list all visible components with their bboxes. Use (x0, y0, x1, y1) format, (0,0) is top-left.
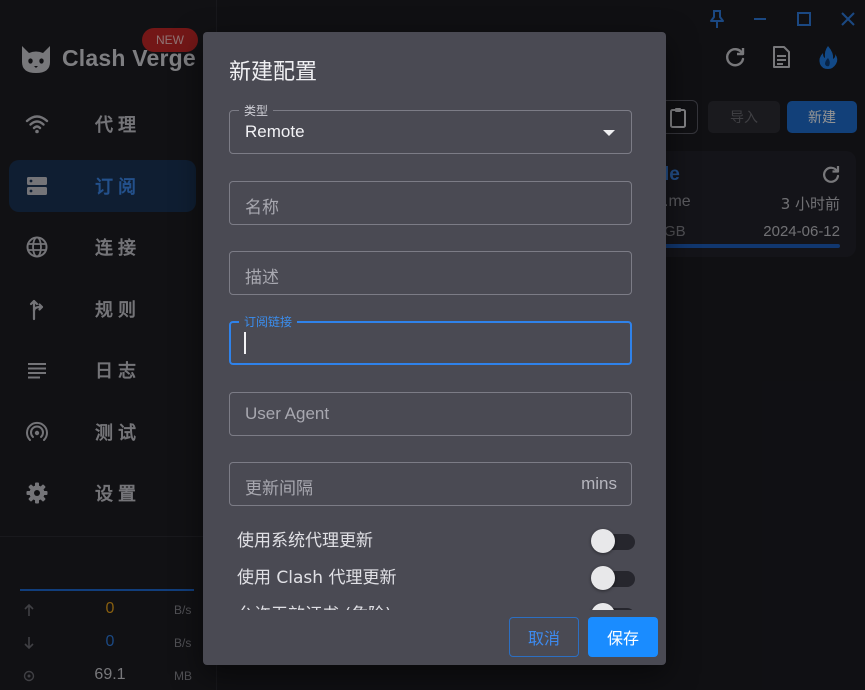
system-proxy-update-switch[interactable] (591, 528, 637, 554)
type-select[interactable]: 类型 Remote (229, 102, 632, 154)
update-interval-field[interactable]: 更新间隔 mins (229, 462, 632, 506)
invalid-cert-switch[interactable] (591, 602, 637, 610)
update-interval-placeholder: 更新间隔 (245, 479, 313, 499)
dropdown-arrow-icon (603, 130, 615, 136)
system-proxy-update-row: 使用系统代理更新 (237, 522, 637, 554)
description-field[interactable]: 描述 (229, 251, 632, 295)
save-button[interactable]: 保存 (588, 617, 658, 657)
name-field[interactable]: 名称 (229, 181, 632, 225)
user-agent-field[interactable]: User Agent (229, 392, 632, 436)
name-placeholder: 名称 (245, 198, 279, 218)
clash-proxy-update-switch[interactable] (591, 565, 637, 591)
type-legend: 类型 (239, 102, 274, 119)
subscription-url-field[interactable]: 订阅链接 (229, 313, 632, 365)
system-proxy-update-label: 使用系统代理更新 (237, 531, 373, 551)
update-interval-unit: mins (581, 474, 617, 493)
description-placeholder: 描述 (245, 268, 279, 288)
new-profile-dialog: 新建配置 类型 Remote 名称 描述 订阅链接 User Agent 更新间… (203, 32, 666, 665)
clash-proxy-update-label: 使用 Clash 代理更新 (237, 568, 397, 588)
invalid-cert-label: 允许无效证书 (危险) (237, 600, 392, 610)
text-cursor (244, 332, 246, 354)
subscription-url-legend: 订阅链接 (239, 313, 298, 330)
dialog-title: 新建配置 (229, 60, 318, 85)
invalid-cert-row: 允许无效证书 (危险) (237, 596, 637, 610)
type-value: Remote (245, 122, 305, 141)
options-scroll-area[interactable]: 使用系统代理更新 使用 Clash 代理更新 允许无效证书 (危险) (203, 518, 666, 610)
cancel-button[interactable]: 取消 (509, 617, 579, 657)
user-agent-placeholder: User Agent (245, 404, 330, 423)
clash-proxy-update-row: 使用 Clash 代理更新 (237, 559, 637, 591)
